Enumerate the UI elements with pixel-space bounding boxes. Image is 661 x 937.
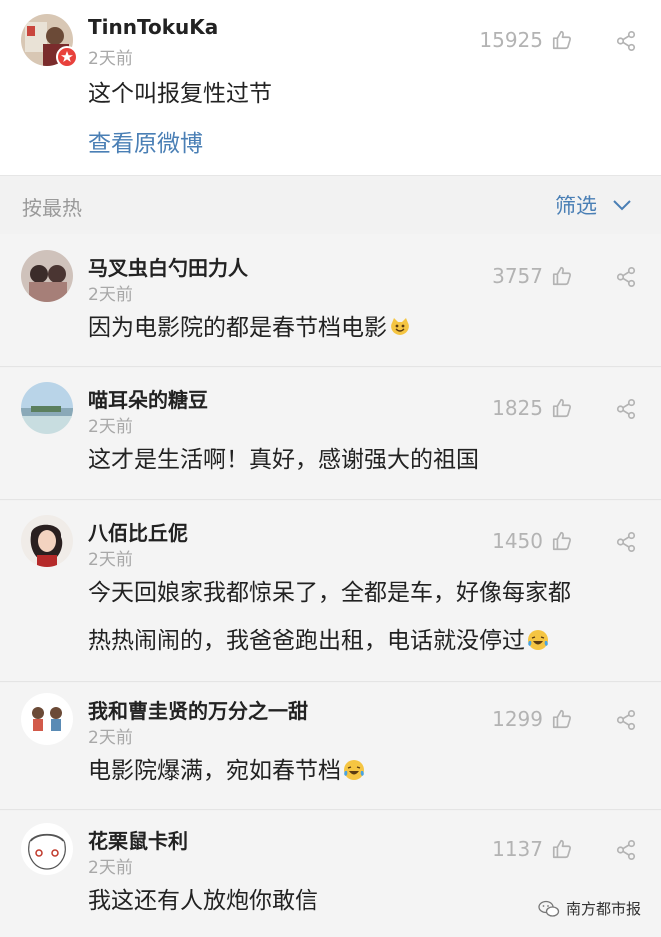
avatar[interactable]	[21, 693, 73, 745]
laughing-tears-emoji	[528, 630, 548, 650]
thumbs-up-icon	[552, 30, 571, 50]
share-icon[interactable]	[615, 839, 637, 861]
timestamp: 2天前	[88, 285, 133, 305]
comment-text: 今天回娘家我都惊呆了，全都是车，好像每家都 热热闹闹的，我爸爸跑出租，电话就没停…	[88, 569, 571, 665]
thumbs-up-icon	[552, 398, 571, 418]
comment-item: 马叉虫白勺田力人 2天前 3757 因为电影院的都是春节档电影	[0, 234, 661, 367]
view-original-link[interactable]: 查看原微博	[88, 124, 203, 158]
like-count: 15925	[479, 28, 543, 52]
comment-item: 我和曹圭贤的万分之一甜 2天前 1299 电影院爆满，宛如春节档	[0, 683, 661, 810]
sort-bar: 按最热 筛选	[0, 175, 661, 234]
username[interactable]: TinnTokuKa	[88, 15, 218, 39]
like-button[interactable]: 3757	[492, 264, 573, 288]
comment-text: 这才是生活啊！真好，感谢强大的祖国	[88, 436, 479, 484]
comment-item: 八佰比丘伲 2天前 1450 今天回娘家我都惊呆了，全都是车，好像每家都 热热闹…	[0, 501, 661, 682]
comment-item: 喵耳朵的糖豆 2天前 1825 这才是生活啊！真好，感谢强大的祖国	[0, 368, 661, 500]
like-count: 1825	[492, 396, 543, 420]
like-count: 1450	[492, 529, 543, 553]
share-icon[interactable]	[615, 398, 637, 420]
like-button[interactable]: 15925	[479, 28, 573, 52]
comment-line: 电影院爆满，宛如春节档	[88, 758, 341, 784]
divider	[0, 809, 661, 810]
divider	[0, 681, 661, 682]
filter-label: 筛选	[555, 194, 597, 218]
like-button[interactable]: 1137	[492, 837, 573, 861]
avatar[interactable]	[21, 250, 73, 302]
avatar[interactable]	[21, 382, 73, 434]
username[interactable]: 喵耳朵的糖豆	[88, 384, 208, 413]
divider	[0, 499, 661, 500]
divider	[0, 366, 661, 367]
username[interactable]: 马叉虫白勺田力人	[88, 252, 248, 281]
original-post: TinnTokuKa 2天前 15925 这个叫报复性过节 查看原微博	[0, 0, 661, 175]
username[interactable]: 花栗鼠卡利	[88, 825, 188, 854]
like-button[interactable]: 1825	[492, 396, 573, 420]
comment-line: 因为电影院的都是春节档电影	[88, 315, 387, 341]
like-count: 3757	[492, 264, 543, 288]
watermark: 南方都市报	[538, 898, 641, 919]
comment-line: 热热闹闹的，我爸爸跑出租，电话就没停过	[88, 628, 525, 654]
comment-line: 这才是生活啊！真好，感谢强大的祖国	[88, 447, 479, 473]
avatar[interactable]	[21, 823, 73, 875]
username[interactable]: 八佰比丘伲	[88, 517, 188, 546]
like-button[interactable]: 1299	[492, 707, 573, 731]
watermark-text: 南方都市报	[565, 900, 641, 918]
verified-badge-icon	[56, 46, 78, 68]
share-icon[interactable]	[615, 30, 637, 52]
username[interactable]: 我和曹圭贤的万分之一甜	[88, 695, 308, 724]
share-icon[interactable]	[615, 531, 637, 553]
comment-text: 我这还有人放炮你敢信	[88, 877, 318, 925]
comment-text: 因为电影院的都是春节档电影	[88, 304, 411, 352]
like-count: 1137	[492, 837, 543, 861]
comment-line: 今天回娘家我都惊呆了，全都是车，好像每家都	[88, 580, 571, 606]
share-icon[interactable]	[615, 709, 637, 731]
thumbs-up-icon	[552, 709, 571, 729]
avatar[interactable]	[21, 515, 73, 567]
comment-line: 我这还有人放炮你敢信	[88, 888, 318, 914]
wechat-icon	[538, 900, 560, 917]
laughing-tears-emoji	[344, 760, 364, 780]
filter-button[interactable]: 筛选	[555, 190, 633, 220]
grinning-cat-emoji	[391, 318, 409, 335]
like-button[interactable]: 1450	[492, 529, 573, 553]
sort-hot-label[interactable]: 按最热	[22, 192, 82, 221]
like-count: 1299	[492, 707, 543, 731]
thumbs-up-icon	[552, 839, 571, 859]
thumbs-up-icon	[552, 531, 571, 551]
post-text: 这个叫报复性过节	[88, 81, 272, 107]
timestamp: 2天前	[88, 550, 133, 570]
comment-text: 电影院爆满，宛如春节档	[88, 747, 365, 795]
timestamp: 2天前	[88, 417, 133, 437]
timestamp: 2天前	[88, 728, 133, 748]
thumbs-up-icon	[552, 266, 571, 286]
timestamp: 2天前	[88, 858, 133, 878]
share-icon[interactable]	[615, 266, 637, 288]
chevron-down-icon	[613, 200, 631, 211]
timestamp: 2天前	[88, 49, 133, 69]
